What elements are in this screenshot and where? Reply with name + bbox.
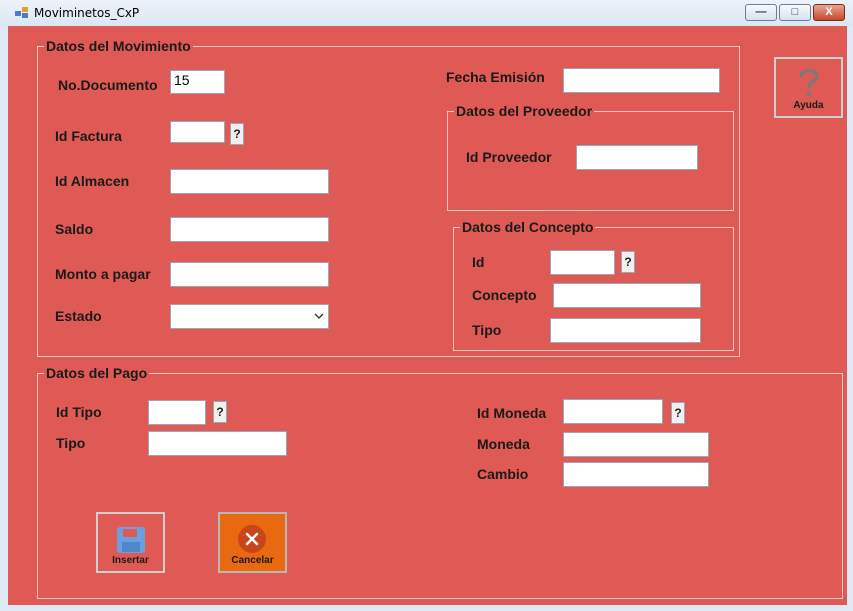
question-icon (799, 69, 819, 97)
concepto-id-field[interactable] (550, 250, 615, 275)
id-tipo-field[interactable] (148, 400, 206, 425)
form-client-area: Datos del Movimiento No.Documento 15 Id … (8, 26, 847, 605)
cambio-label: Cambio (477, 466, 529, 482)
insertar-button[interactable]: Insertar (96, 512, 165, 573)
moneda-label: Moneda (477, 436, 530, 452)
save-icon (117, 527, 145, 553)
group-title-pago: Datos del Pago (44, 365, 150, 381)
concepto-lookup-button[interactable]: ? (621, 251, 635, 273)
no-documento-field[interactable]: 15 (170, 70, 225, 94)
monto-a-pagar-label: Monto a pagar (55, 266, 151, 282)
id-almacen-field[interactable] (170, 169, 329, 194)
no-documento-label: No.Documento (58, 77, 158, 93)
saldo-field[interactable] (170, 217, 329, 242)
concepto-label: Concepto (472, 287, 537, 303)
title-bar: Moviminetos_CxP — □ X (0, 0, 853, 27)
concepto-tipo-field[interactable] (550, 318, 701, 343)
id-tipo-label: Id Tipo (56, 404, 102, 420)
group-title-concepto: Datos del Concepto (460, 219, 596, 235)
saldo-label: Saldo (55, 221, 94, 237)
cancelar-button[interactable]: Cancelar (218, 512, 287, 573)
pago-tipo-label: Tipo (56, 435, 86, 451)
concepto-tipo-label: Tipo (472, 322, 502, 338)
id-factura-field[interactable] (170, 121, 225, 143)
ayuda-label: Ayuda (793, 100, 824, 111)
id-moneda-field[interactable] (563, 399, 663, 424)
group-title-proveedor: Datos del Proveedor (454, 103, 595, 119)
id-proveedor-label: Id Proveedor (466, 149, 552, 165)
window-frame-left (0, 26, 8, 611)
id-moneda-lookup-button[interactable]: ? (671, 402, 685, 424)
close-icon: X (825, 6, 833, 18)
window-frame-bottom (0, 605, 853, 611)
maximize-icon: □ (791, 6, 799, 18)
fecha-emision-label: Fecha Emisión (446, 69, 545, 85)
chevron-down-icon (314, 313, 324, 319)
moneda-field[interactable] (563, 432, 709, 457)
minimize-button[interactable]: — (745, 4, 777, 21)
estado-label: Estado (55, 308, 102, 324)
id-almacen-label: Id Almacen (55, 173, 130, 189)
concepto-id-label: Id (472, 254, 485, 270)
id-proveedor-field[interactable] (576, 145, 698, 170)
id-moneda-label: Id Moneda (477, 405, 547, 421)
window-frame-right (847, 26, 853, 611)
group-title-movimiento: Datos del Movimiento (44, 38, 193, 54)
concepto-field[interactable] (553, 283, 701, 308)
app-icon (15, 7, 28, 18)
close-button[interactable]: X (813, 4, 845, 21)
fecha-emision-field[interactable] (563, 68, 720, 93)
cambio-field[interactable] (563, 462, 709, 487)
cancelar-label: Cancelar (231, 555, 274, 566)
maximize-button[interactable]: □ (779, 4, 811, 21)
minimize-icon: — (755, 6, 767, 18)
window-title: Moviminetos_CxP (34, 6, 140, 20)
ayuda-button[interactable]: Ayuda (774, 57, 843, 118)
insertar-label: Insertar (112, 555, 149, 566)
cancel-icon (238, 525, 266, 553)
estado-select[interactable] (170, 304, 329, 329)
id-factura-label: Id Factura (55, 128, 122, 144)
monto-a-pagar-field[interactable] (170, 262, 329, 287)
id-factura-lookup-button[interactable]: ? (230, 123, 244, 145)
pago-tipo-field[interactable] (148, 431, 287, 456)
id-tipo-lookup-button[interactable]: ? (213, 401, 227, 423)
